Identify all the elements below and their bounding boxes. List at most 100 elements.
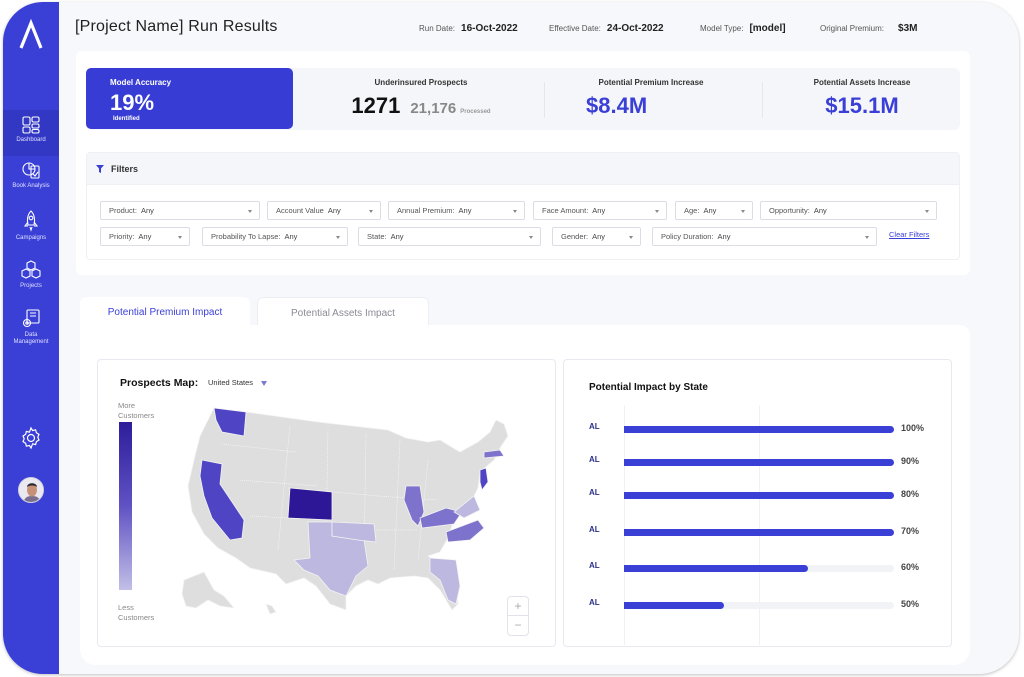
legend-low-text: Less Customers xyxy=(118,603,155,622)
model-type-value: [model] xyxy=(749,23,786,34)
bar-fill xyxy=(624,529,894,536)
page-title: [Project Name] Run Results xyxy=(75,18,278,35)
filter-face-amount[interactable]: Face Amount: Any xyxy=(533,201,667,220)
chevron-down-icon xyxy=(741,210,745,213)
legend-high-label: More Customers xyxy=(118,401,164,421)
sidebar: Dashboard Book Analysis Campaigns Projec… xyxy=(3,2,59,674)
run-date: Run Date: 16-Oct-2022 xyxy=(419,23,518,34)
kpi-label: Potential Premium Increase xyxy=(598,78,704,87)
original-premium-label: Original Premium: xyxy=(820,24,885,33)
impact-bar-row[interactable]: AL 70% xyxy=(564,525,953,539)
impact-bar-row[interactable]: AL 90% xyxy=(564,455,953,469)
summary-panel: Model Accuracy 19% Identified Underinsur… xyxy=(76,51,970,275)
bar-value-label: 50% xyxy=(901,599,920,609)
filters-panel: Filters Product: Any Account Value Any Ann… xyxy=(86,152,960,260)
map-state-ak[interactable] xyxy=(181,571,235,609)
impact-bar-row[interactable]: AL 60% xyxy=(564,561,953,575)
filter-account-value[interactable]: Account Value Any xyxy=(267,201,381,220)
bar-value-label: 80% xyxy=(901,489,920,499)
caret-down-icon xyxy=(261,380,268,386)
filter-key: Product: xyxy=(109,206,137,215)
impact-bar-row[interactable]: AL 50% xyxy=(564,598,953,612)
bar-track xyxy=(624,492,894,499)
original-premium-value: $3M xyxy=(898,23,918,34)
impact-bar-row[interactable]: AL 80% xyxy=(564,488,953,502)
filter-opportunity[interactable]: Opportunity: Any xyxy=(760,201,937,220)
kpi-row: Model Accuracy 19% Identified Underinsur… xyxy=(86,68,960,130)
sidebar-item-projects[interactable]: Projects xyxy=(3,260,59,300)
zoom-out-button[interactable]: − xyxy=(508,616,528,635)
filter-key: Account Value xyxy=(276,206,324,215)
kpi-sublabel: Identified xyxy=(113,116,140,122)
potential-impact-by-state-card: Potential Impact by State AL 100% AL 90% AL 8… xyxy=(563,359,952,647)
chevron-down-icon xyxy=(629,236,633,239)
kpi-value: 19% xyxy=(110,90,155,115)
kpi-label: Potential Assets Increase xyxy=(813,78,911,87)
bar-fill xyxy=(624,565,808,572)
filter-priority[interactable]: Priority: Any xyxy=(100,227,190,246)
sidebar-item-book-analysis[interactable]: Book Analysis xyxy=(3,160,59,204)
chevron-down-icon xyxy=(925,210,929,213)
filter-gender[interactable]: Gender: Any xyxy=(552,227,641,246)
run-date-value: 16-Oct-2022 xyxy=(461,23,518,34)
impact-bar-row[interactable]: AL 100% xyxy=(564,422,953,436)
sidebar-item-label: Campaigns xyxy=(15,235,47,241)
sidebar-item-data-management[interactable]: Data Management xyxy=(3,309,59,353)
bar-track xyxy=(624,565,894,572)
app-window: Dashboard Book Analysis Campaigns Projec… xyxy=(3,2,1019,674)
sidebar-item-label: Projects xyxy=(20,283,42,289)
filters-header[interactable]: Filters xyxy=(87,153,959,185)
filter-key: Priority: xyxy=(109,232,135,241)
filter-value: Any xyxy=(138,232,152,241)
app-logo[interactable] xyxy=(17,18,45,52)
filter-annual-premium[interactable]: Annual Premium: Any xyxy=(388,201,525,220)
filter-product[interactable]: Product: Any xyxy=(100,201,260,220)
prospects-map-card: Prospects Map: United States More Custom… xyxy=(97,359,556,647)
rocket-icon xyxy=(23,210,39,232)
filter-value: Any xyxy=(703,206,717,215)
bar-value-label: 60% xyxy=(901,562,920,572)
filter-probability-to-lapse[interactable]: Probability To Lapse: Any xyxy=(202,227,348,246)
kpi-label: Model Accuracy xyxy=(110,78,172,87)
chevron-down-icon xyxy=(513,210,517,213)
tab-potential-assets-impact[interactable]: Potential Assets Impact xyxy=(257,297,429,327)
filter-state[interactable]: State: Any xyxy=(358,227,541,246)
model-type-label: Model Type: xyxy=(700,24,744,33)
kpi-processed-label: Processed xyxy=(460,109,491,115)
map-state-co[interactable] xyxy=(287,487,333,521)
chevron-down-icon xyxy=(178,236,182,239)
bar-state-label: AL xyxy=(589,422,600,431)
gear-icon[interactable] xyxy=(19,426,43,450)
sidebar-item-label: Book Analysis xyxy=(12,183,50,189)
region-select[interactable]: United States xyxy=(208,378,268,387)
sidebar-item-campaigns[interactable]: Campaigns xyxy=(3,210,59,250)
tab-potential-premium-impact[interactable]: Potential Premium Impact xyxy=(80,297,250,327)
zoom-in-button[interactable]: + xyxy=(508,597,528,616)
filter-policy-duration[interactable]: Policy Duration: Any xyxy=(652,227,877,246)
bar-fill xyxy=(624,459,894,466)
kpi-value: 1271 xyxy=(351,93,401,118)
filter-key: Face Amount: xyxy=(542,206,589,215)
filter-key: State: xyxy=(367,232,387,241)
chevron-down-icon xyxy=(248,210,252,213)
effective-date-value: 24-Oct-2022 xyxy=(606,23,664,34)
grid-icon xyxy=(22,116,40,134)
run-date-label: Run Date: xyxy=(419,24,456,33)
filter-age[interactable]: Age: Any xyxy=(675,201,753,220)
filter-icon xyxy=(96,165,104,173)
map-state-hi[interactable] xyxy=(265,603,277,615)
chevron-down-icon xyxy=(336,236,340,239)
data-gear-icon xyxy=(22,309,40,328)
sidebar-item-dashboard[interactable]: Dashboard xyxy=(3,110,59,156)
bar-track xyxy=(624,459,894,466)
kpi-potential-assets-increase: Potential Assets Increase $15.1M xyxy=(762,68,962,130)
user-avatar[interactable] xyxy=(18,477,44,503)
filter-value: Any xyxy=(140,206,154,215)
us-map[interactable] xyxy=(178,400,518,620)
legend-high-text: More Customers xyxy=(118,401,155,420)
filter-key: Age: xyxy=(684,206,700,215)
filter-key: Gender: xyxy=(561,232,589,241)
map-title: Prospects Map: xyxy=(120,377,199,389)
map-state-nj[interactable] xyxy=(479,467,489,491)
clear-filters-link[interactable]: Clear Filters xyxy=(889,230,929,239)
